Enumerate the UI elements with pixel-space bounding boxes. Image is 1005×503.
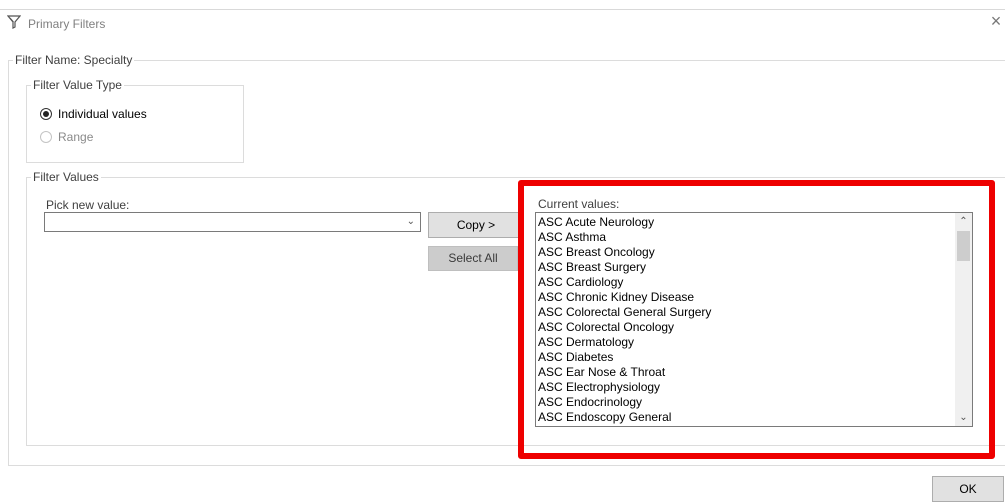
ok-button[interactable]: OK — [932, 476, 1004, 502]
close-icon[interactable]: × — [988, 12, 1004, 30]
pick-new-value-label: Pick new value: — [46, 198, 130, 212]
radio-label-range: Range — [58, 130, 94, 144]
radio-range[interactable]: Range — [40, 130, 93, 144]
filter-values-legend: Filter Values — [33, 170, 99, 184]
select-all-button[interactable]: Select All — [428, 246, 518, 271]
window-title: Primary Filters — [28, 17, 106, 31]
chevron-down-icon[interactable]: ⌄ — [407, 216, 415, 227]
pick-new-value-dropdown[interactable]: ⌄ — [44, 212, 421, 232]
highlight-annotation-box — [518, 180, 995, 459]
radio-button-disabled[interactable] — [40, 131, 52, 143]
copy-button[interactable]: Copy > — [428, 212, 524, 238]
radio-button-checked[interactable] — [40, 108, 52, 120]
funnel-icon — [7, 15, 21, 29]
radio-label-individual: Individual values — [58, 107, 147, 121]
filter-name-legend: Filter Name: Specialty — [15, 53, 133, 67]
title-bar-divider — [0, 9, 1005, 10]
radio-individual-values[interactable]: Individual values — [40, 107, 147, 121]
filter-value-type-legend: Filter Value Type — [33, 78, 122, 92]
